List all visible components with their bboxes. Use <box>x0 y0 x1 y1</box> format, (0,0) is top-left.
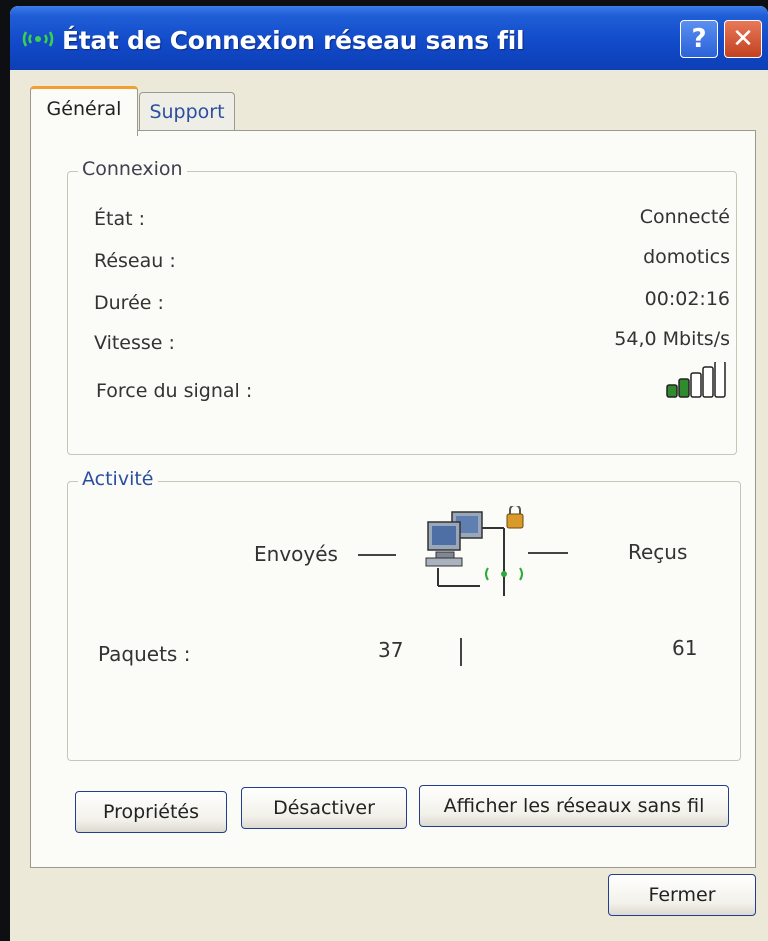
sent-divider <box>358 554 396 556</box>
signal-strength-icon <box>666 362 726 398</box>
packets-received-value: 61 <box>672 636 698 660</box>
tab-general[interactable]: Général <box>30 86 138 136</box>
received-label: Reçus <box>628 540 688 564</box>
packets-sent-value: 37 <box>378 638 404 662</box>
packets-label: Paquets : <box>98 642 191 666</box>
wireless-network-icon <box>22 31 54 47</box>
properties-button[interactable]: Propriétés <box>75 791 227 833</box>
duration-label: Durée : <box>94 292 164 314</box>
close-icon[interactable]: ✕ <box>724 20 762 58</box>
status-value: Connecté <box>639 206 730 228</box>
tab-panel-general: Connexion État : Connecté Réseau : domot… <box>30 130 756 868</box>
tab-support[interactable]: Support <box>139 92 235 132</box>
signal-bar <box>678 378 690 398</box>
connexion-legend: Connexion <box>78 158 187 180</box>
close-button[interactable]: Fermer <box>608 874 756 916</box>
network-value: domotics <box>643 246 730 268</box>
title-bar[interactable]: État de Connexion réseau sans fil ? ✕ <box>10 6 768 70</box>
signal-bar <box>666 384 678 398</box>
signal-bar <box>702 366 714 398</box>
show-wireless-networks-button[interactable]: Afficher les réseaux sans fil <box>419 785 729 827</box>
speed-label: Vitesse : <box>94 332 175 354</box>
speed-value: 54,0 Mbits/s <box>614 328 730 350</box>
signal-bar <box>690 372 702 398</box>
help-button[interactable]: ? <box>680 20 718 58</box>
activite-group: Activité Envoyés Reçus Paquets: 37 61 <box>67 468 741 761</box>
signal-bar <box>714 362 726 398</box>
activite-legend: Activité <box>78 468 158 490</box>
status-label: État : <box>94 208 145 230</box>
signal-strength-label: Force du signal : <box>96 380 253 402</box>
disable-button[interactable]: Désactiver <box>241 787 407 829</box>
network-computers-icon <box>425 506 524 596</box>
sent-label: Envoyés <box>254 542 338 566</box>
connexion-group: Connexion État : Connecté Réseau : domot… <box>67 158 737 455</box>
duration-value: 00:02:16 <box>644 288 730 310</box>
packets-separator <box>460 638 462 666</box>
dialog-window: État de Connexion réseau sans fil ? ✕ Gé… <box>10 6 768 941</box>
window-title: État de Connexion réseau sans fil <box>62 26 525 55</box>
received-divider <box>528 552 568 554</box>
network-label: Réseau : <box>94 250 176 272</box>
